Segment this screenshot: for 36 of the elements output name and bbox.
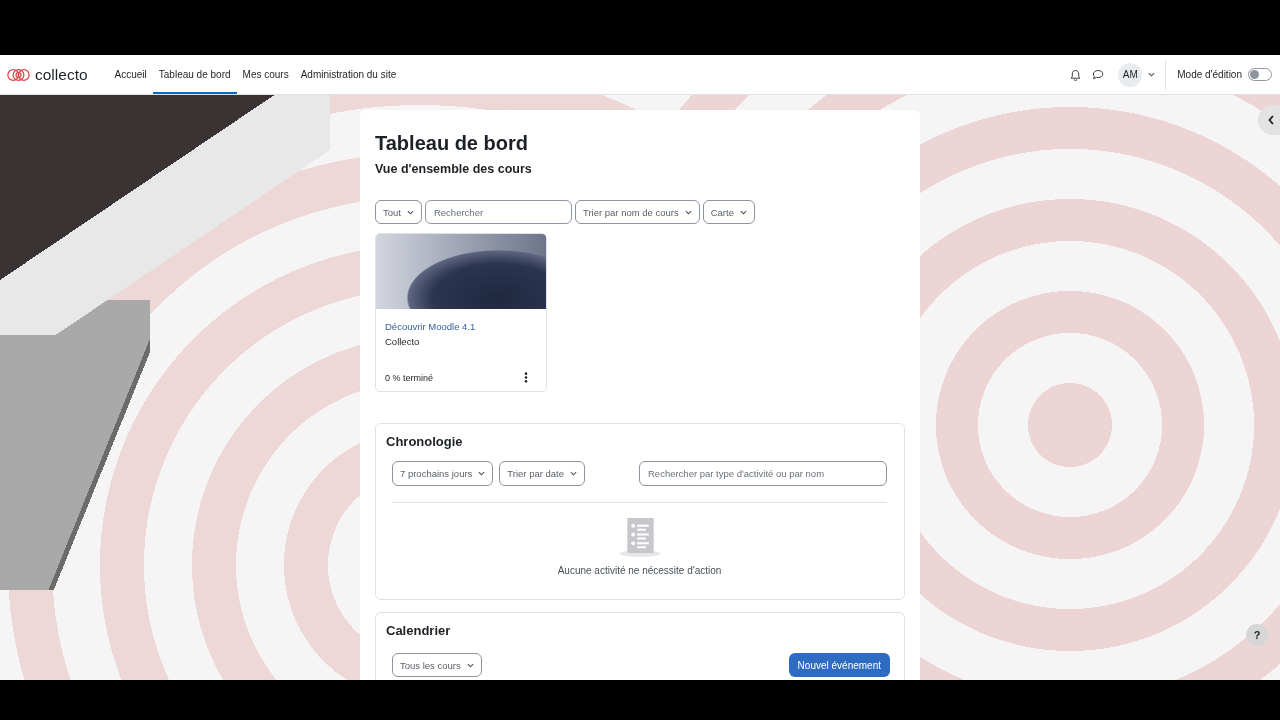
empty-state-message: Aucune activité ne nécessite d'action [557, 564, 722, 578]
search-field[interactable]: Rechercher [424, 200, 572, 224]
caret-icon [684, 209, 692, 215]
nav-link[interactable]: Mes cours [236, 55, 295, 94]
caret-icon[interactable] [1148, 72, 1156, 77]
chat-bubble-icon[interactable] [1092, 69, 1105, 80]
caret-icon [466, 662, 474, 668]
block-title: Chronologie [386, 433, 464, 451]
nav-link[interactable]: Administration du site [294, 55, 403, 94]
dropdown-button[interactable]: Tous les cours [392, 653, 482, 677]
dropdown-button[interactable]: Carte [702, 200, 755, 224]
site-logo-link[interactable]: collecto [7, 65, 88, 84]
course-name-link[interactable]: Découvrir Moodle 4.1 [385, 319, 476, 334]
chevron-left-icon [1268, 115, 1274, 125]
search-field[interactable]: Rechercher par type d'activité ou par nom [639, 461, 887, 486]
logo-icon [7, 66, 30, 83]
block-title: Calendrier [386, 622, 452, 640]
caret-icon [570, 471, 578, 476]
course-category: Collecto [385, 335, 420, 349]
progress-text: 0 % terminé [385, 372, 434, 383]
caret-icon [739, 209, 747, 215]
dropdown-button[interactable]: Tout [375, 200, 422, 224]
dropdown-button[interactable]: Trier par nom de cours [574, 200, 700, 224]
kebab-menu-icon[interactable] [524, 372, 528, 383]
caret-icon [406, 209, 414, 215]
edit-mode-switch[interactable] [1248, 68, 1272, 81]
new-event-button[interactable]: Nouvel événement [788, 653, 890, 677]
section-title: Vue d'ensemble des cours [375, 161, 533, 178]
dropdown-button[interactable]: 7 prochains jours [392, 461, 494, 486]
caret-icon [478, 471, 486, 476]
edit-mode-label[interactable]: Mode d'édition [1177, 69, 1242, 80]
nav-link[interactable]: Accueil [108, 55, 153, 94]
bell-icon[interactable] [1070, 68, 1082, 81]
dropdown-button[interactable]: Trier par date [499, 461, 586, 486]
page-title: Tableau de bord [375, 131, 529, 155]
user-avatar[interactable]: AM [1118, 62, 1143, 87]
